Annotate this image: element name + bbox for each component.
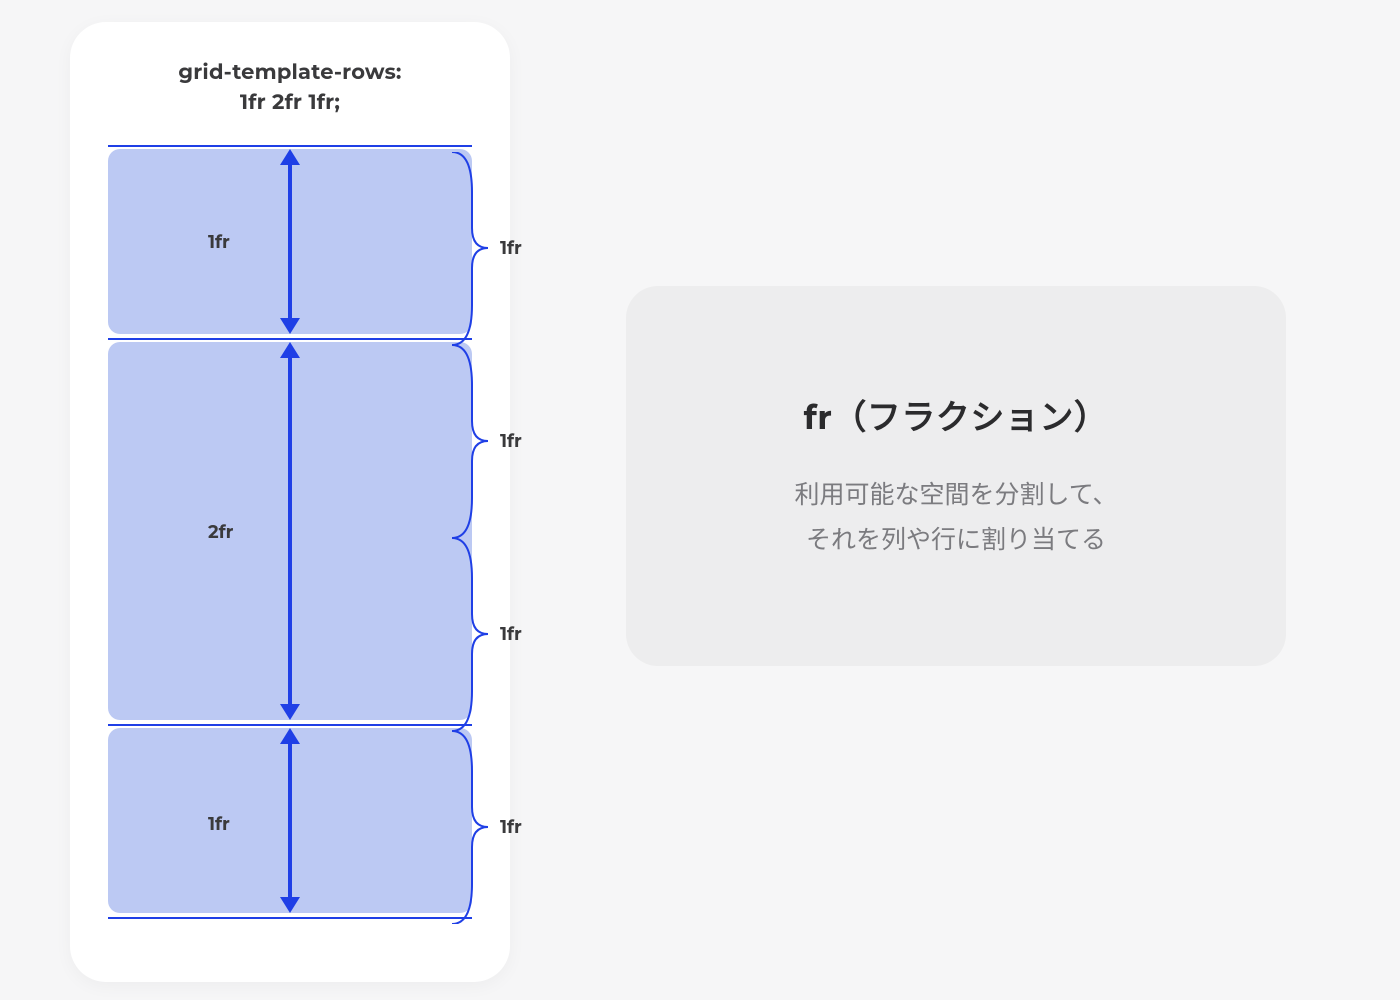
row-label-2: 2fr bbox=[208, 521, 233, 543]
heading-line-1: grid-template-rows: bbox=[178, 60, 401, 85]
row-label-1: 1fr bbox=[208, 231, 230, 253]
fraction-label-3: 1fr bbox=[500, 623, 522, 645]
heading-line-2: 1fr 2fr 1fr; bbox=[240, 90, 340, 115]
grid-line-1 bbox=[108, 338, 472, 340]
arrowhead-up-icon bbox=[280, 342, 300, 358]
arrow-row-2 bbox=[280, 342, 300, 720]
arrow-row-3 bbox=[280, 728, 300, 913]
grid-line-3 bbox=[108, 917, 472, 919]
arrowhead-up-icon bbox=[280, 149, 300, 165]
fraction-label-1: 1fr bbox=[500, 237, 522, 259]
fraction-label-4: 1fr bbox=[500, 816, 522, 838]
diagram-panel: grid-template-rows: 1fr 2fr 1fr; 1fr 2fr bbox=[70, 22, 510, 982]
bracket-zone: 1fr 1fr 1fr 1fr bbox=[450, 152, 550, 924]
info-line-2: それを列や行に割り当てる bbox=[806, 525, 1106, 555]
grid-line-2 bbox=[108, 724, 472, 726]
arrowhead-down-icon bbox=[280, 704, 300, 720]
info-card: fr（フラクション） 利用可能な空間を分割して、 それを列や行に割り当てる bbox=[626, 286, 1286, 666]
arrowhead-down-icon bbox=[280, 318, 300, 334]
arrow-row-1 bbox=[280, 149, 300, 334]
grid-line-0 bbox=[108, 145, 472, 147]
arrowhead-up-icon bbox=[280, 728, 300, 744]
info-body: 利用可能な空間を分割して、 それを列や行に割り当てる bbox=[794, 473, 1117, 563]
fraction-label-2: 1fr bbox=[500, 430, 522, 452]
row-label-3: 1fr bbox=[208, 813, 230, 835]
panel-heading: grid-template-rows: 1fr 2fr 1fr; bbox=[108, 58, 472, 119]
arrowhead-down-icon bbox=[280, 897, 300, 913]
info-line-1: 利用可能な空間を分割して、 bbox=[794, 480, 1117, 510]
brace-icon bbox=[450, 152, 490, 924]
grid-illustration: 1fr 2fr 1fr bbox=[108, 145, 472, 917]
info-title: fr（フラクション） bbox=[804, 390, 1109, 439]
